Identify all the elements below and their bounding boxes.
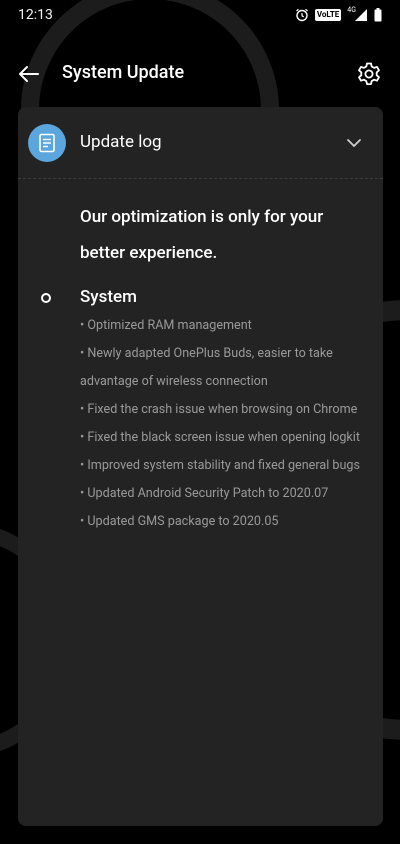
back-arrow-icon[interactable] [16, 61, 42, 87]
chevron-down-icon[interactable] [345, 134, 363, 152]
changelog-list: • Optimized RAM management • Newly adapt… [80, 312, 372, 536]
status-bar: 12:13 VoLTE 4G [0, 0, 400, 30]
divider [18, 178, 383, 179]
changelog-item: • Improved system stability and fixed ge… [80, 458, 360, 473]
changelog-item: • Fixed the crash issue when browsing on… [80, 402, 358, 417]
changelog-item: • Fixed the black screen issue when open… [80, 430, 360, 445]
changelog-item: • Updated GMS package to 2020.05 [80, 514, 279, 529]
update-log-label: Update log [80, 132, 162, 152]
page-title: System Update [62, 62, 185, 83]
changelog-item: • Newly adapted OnePlus Buds, easier to … [80, 346, 333, 389]
gear-icon[interactable] [356, 61, 382, 87]
network-type: 4G [347, 6, 356, 14]
section-bullet-icon [41, 293, 51, 303]
changelog-item: • Optimized RAM management [80, 318, 252, 333]
status-icons: VoLTE 4G [295, 6, 382, 22]
document-icon [28, 124, 66, 162]
signal-icon [355, 9, 367, 21]
section-title: System [80, 287, 137, 307]
screen: 12:13 VoLTE 4G System Update Update log … [0, 0, 400, 844]
update-log-card: Update log Our optimization is only for … [18, 107, 383, 826]
status-time: 12:13 [18, 7, 53, 23]
changelog-item: • Updated Android Security Patch to 2020… [80, 486, 329, 501]
app-bar: System Update [0, 52, 400, 96]
alarm-icon [295, 8, 308, 22]
update-log-header[interactable]: Update log [18, 107, 383, 179]
volte-badge: VoLTE [314, 9, 342, 21]
battery-icon [374, 8, 382, 22]
update-headline: Our optimization is only for your better… [80, 207, 324, 263]
